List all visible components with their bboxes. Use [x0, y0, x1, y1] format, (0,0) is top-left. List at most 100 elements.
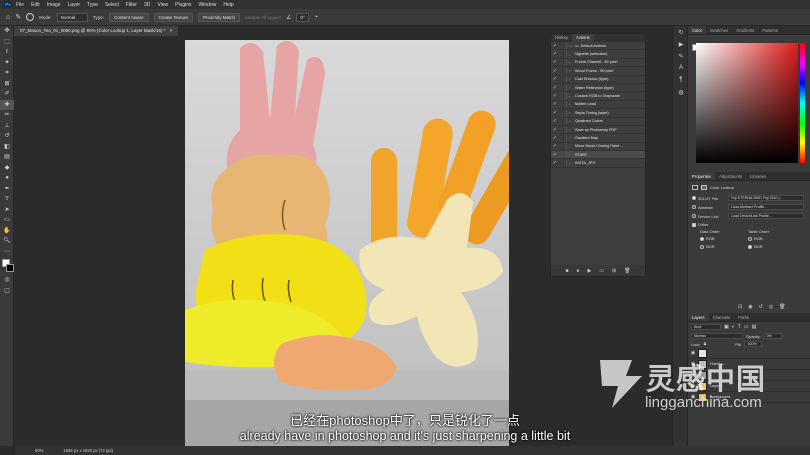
menu-view[interactable]: View — [157, 2, 168, 8]
check-icon[interactable]: ✓ — [551, 101, 559, 107]
healing-brush-tool-icon[interactable]: ✚ — [0, 99, 14, 110]
lut-file-radio[interactable] — [692, 196, 696, 200]
brush-size-preview[interactable] — [26, 13, 35, 21]
clone-stamp-tool-icon[interactable]: ⊥ — [0, 121, 14, 132]
action-row[interactable]: ✓ › Cast Shadow (type) — [551, 76, 645, 84]
sample-all-layers-checkbox[interactable]: Sample All Layers — [245, 15, 281, 20]
eyedropper-tool-icon[interactable]: ✐ — [0, 89, 14, 100]
view-previous-icon[interactable]: ◉ — [748, 304, 752, 310]
check-icon[interactable]: ✓ — [551, 110, 559, 116]
table-order-bgr-radio[interactable] — [748, 244, 752, 249]
crop-tool-icon[interactable]: ⌗ — [0, 68, 14, 79]
dialog-toggle[interactable] — [559, 67, 567, 74]
action-row[interactable]: ✓ › Water Reflection (type) — [551, 84, 645, 93]
more-tools-icon[interactable]: ⋯ — [0, 247, 14, 258]
tab-history[interactable]: History — [551, 34, 572, 42]
check-icon[interactable]: ✓ — [551, 43, 559, 49]
check-icon[interactable]: ✓ — [551, 160, 559, 166]
pressure-icon[interactable]: ◔ — [314, 14, 318, 21]
move-tool-icon[interactable]: ✥ — [0, 26, 14, 37]
abstract-radio[interactable] — [692, 205, 696, 209]
data-order-rgb[interactable]: RGB — [700, 236, 748, 242]
tab-patterns[interactable]: Patterns — [758, 26, 782, 34]
content-aware-button[interactable]: Content Aware — [109, 12, 149, 22]
menu-3d[interactable]: 3D — [144, 2, 150, 8]
abstract-select[interactable]: Load Abstract Profile... — [728, 204, 804, 210]
color-picker-field[interactable] — [696, 43, 798, 163]
check-icon[interactable]: ✓ — [551, 127, 559, 133]
mode-select[interactable]: Normal — [56, 12, 89, 22]
play-icon[interactable]: ▶ — [587, 268, 591, 274]
history-brush-tool-icon[interactable]: ↺ — [0, 131, 14, 142]
document-tab[interactable]: 07_Mason_Tea_01_0050.png @ 50% (Color Lo… — [14, 26, 179, 36]
screen-mode-icon[interactable]: ▢ — [0, 286, 14, 297]
new-set-icon[interactable]: ▭ — [599, 268, 604, 274]
check-icon[interactable]: ✓ — [551, 93, 559, 99]
check-icon[interactable]: ✓ — [551, 118, 559, 124]
history-panel-icon[interactable]: ↻ — [673, 26, 689, 38]
action-row[interactable]: ✓ › Wood Frame - 50 pixel — [551, 67, 645, 76]
check-icon[interactable]: ✓ — [551, 143, 559, 149]
hand-tool-icon[interactable]: ✋ — [0, 226, 14, 237]
character-panel-icon[interactable]: A — [673, 62, 689, 74]
home-icon[interactable]: ⌂ — [6, 14, 10, 21]
check-icon[interactable]: ✓ — [551, 85, 559, 91]
action-row[interactable]: ✓ › Mixer Brush Cloning Paint ... — [551, 143, 645, 152]
photoshop-logo-icon[interactable]: Ps — [4, 1, 12, 8]
libraries-panel-icon[interactable]: ◍ — [673, 86, 689, 98]
action-row[interactable]: ✓ › Gradient Map — [551, 134, 645, 143]
filter-type-icon[interactable]: T — [738, 324, 741, 330]
menu-help[interactable]: Help — [223, 2, 233, 8]
opacity-input[interactable]: 0% — [763, 333, 782, 339]
menu-select[interactable]: Select — [105, 2, 119, 8]
menu-edit[interactable]: Edit — [31, 2, 40, 8]
paragraph-panel-icon[interactable]: ¶ — [673, 74, 689, 86]
filter-smart-icon[interactable]: ▤ — [752, 324, 757, 330]
menu-file[interactable]: File — [16, 2, 24, 8]
dodge-tool-icon[interactable]: ● — [0, 173, 14, 184]
zoom-tool-icon[interactable]: 🔍︎ — [0, 236, 14, 247]
action-row[interactable]: ✓ › Save as Photoshop PDF — [551, 126, 645, 135]
device-link-radio[interactable] — [692, 214, 696, 218]
action-row[interactable]: ✓ › Custom RGB to Grayscale — [551, 92, 645, 101]
dialog-toggle[interactable] — [559, 59, 567, 66]
new-action-icon[interactable]: ⊞ — [612, 268, 616, 274]
brush-settings-icon[interactable]: ✎ — [673, 50, 689, 62]
create-texture-button[interactable]: Create Texture — [153, 12, 194, 22]
quick-select-tool-icon[interactable]: ✦ — [0, 58, 14, 69]
tab-gradients[interactable]: Gradients — [732, 26, 758, 34]
filter-pixel-icon[interactable]: ▣ — [724, 324, 729, 330]
tab-adjustments[interactable]: Adjustments — [715, 172, 746, 180]
shape-tool-icon[interactable]: ▭ — [0, 215, 14, 226]
dialog-toggle[interactable] — [559, 134, 567, 141]
document-canvas-image[interactable] — [185, 40, 509, 446]
menu-image[interactable]: Image — [47, 2, 61, 8]
tab-channels[interactable]: Channels — [709, 313, 735, 321]
mask-icon[interactable] — [701, 185, 707, 190]
dither-checkbox[interactable] — [692, 222, 696, 227]
blur-tool-icon[interactable]: ◆ — [0, 163, 14, 174]
dialog-toggle[interactable] — [559, 76, 567, 83]
blend-mode-select[interactable]: Normal — [691, 333, 743, 339]
check-icon[interactable]: ✓ — [551, 135, 559, 141]
marquee-tool-icon[interactable]: ⬚ — [0, 37, 14, 48]
tab-properties[interactable]: Properties — [688, 172, 716, 180]
dialog-toggle[interactable] — [559, 109, 567, 116]
dialog-toggle[interactable] — [559, 84, 567, 91]
proximity-match-button[interactable]: Proximity Match — [198, 12, 241, 22]
record-icon[interactable]: ● — [576, 268, 579, 274]
action-row[interactable]: ✓ › Vignette (selection) — [551, 50, 645, 59]
tab-paths[interactable]: Paths — [734, 313, 753, 321]
delete-adjustment-icon[interactable]: 🗑︎ — [779, 304, 785, 310]
action-set-row[interactable]: ✓ ⌄ ▭ Default Actions — [551, 42, 645, 51]
angle-input[interactable]: 0° — [296, 12, 309, 22]
filter-adjustment-icon[interactable]: ◐ — [732, 324, 735, 330]
action-row[interactable]: ✓ › Molten Lead — [551, 101, 645, 110]
check-icon[interactable]: ✓ — [551, 68, 559, 74]
dialog-toggle[interactable] — [559, 118, 567, 125]
lasso-tool-icon[interactable]: ℓ — [0, 47, 14, 58]
table-order-rgb[interactable]: RGB — [748, 236, 804, 242]
dialog-toggle[interactable] — [559, 42, 567, 49]
check-icon[interactable]: ✓ — [551, 51, 559, 57]
tab-layers[interactable]: Layers — [688, 313, 709, 321]
